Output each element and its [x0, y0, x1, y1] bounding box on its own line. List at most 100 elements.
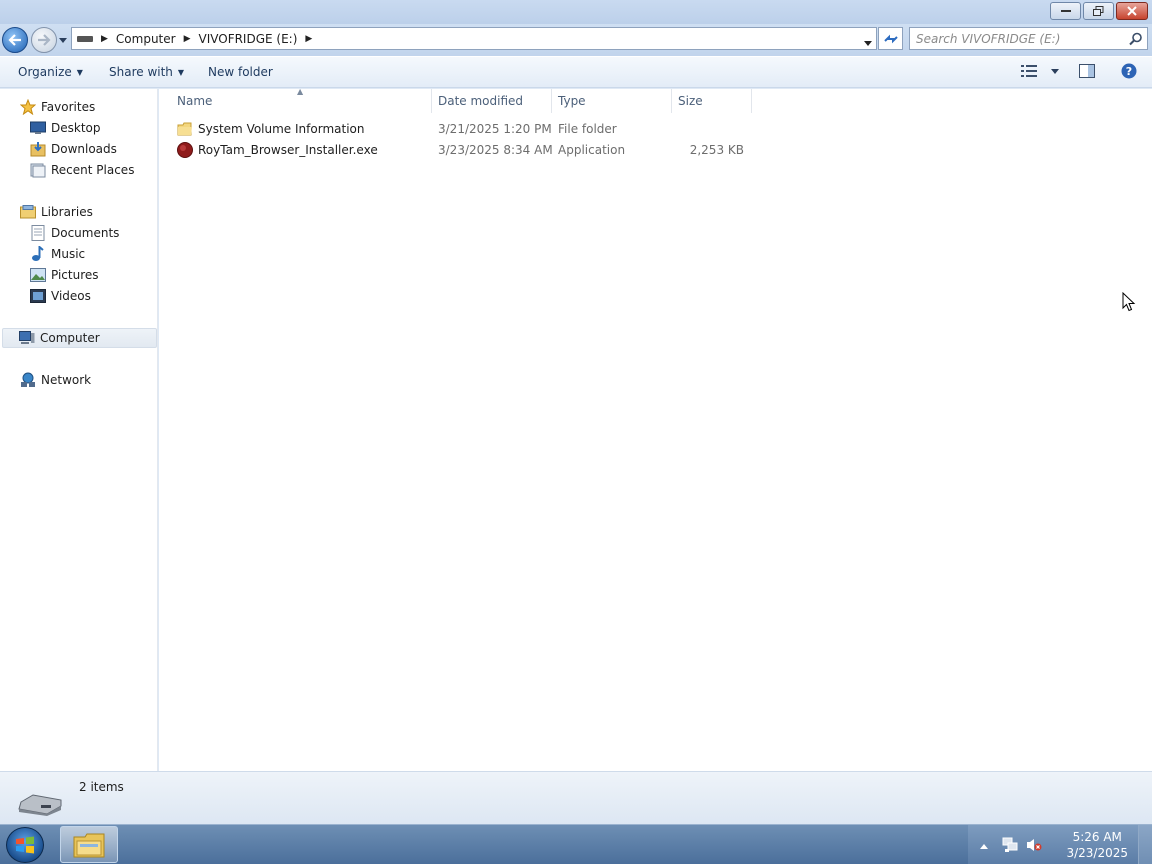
nav-music[interactable]: Music [30, 244, 85, 264]
taskbar-explorer-button[interactable] [60, 826, 118, 863]
pictures-icon [30, 267, 46, 283]
folder-icon [177, 121, 193, 137]
address-row: ▶ Computer ▶ VIVOFRIDGE (E:) ▶ [0, 24, 1152, 56]
preview-pane-button[interactable] [1079, 64, 1095, 78]
downloads-icon [30, 141, 46, 157]
star-icon [20, 99, 36, 115]
column-header-name[interactable]: Name [171, 89, 432, 113]
nav-favorites[interactable]: Favorites [20, 97, 95, 117]
details-pane: 2 items [0, 771, 1152, 824]
new-folder-button[interactable]: New folder [208, 65, 273, 79]
svg-text:?: ? [1126, 65, 1132, 78]
chevron-down-icon [59, 37, 67, 43]
file-name: System Volume Information [198, 122, 365, 136]
system-tray: 5:26 AM 3/23/2025 [968, 825, 1152, 864]
breadcrumb-separator-icon[interactable]: ▶ [101, 34, 108, 44]
file-type: File folder [558, 122, 617, 136]
videos-icon [30, 288, 46, 304]
minimize-button[interactable] [1050, 2, 1081, 20]
search-input[interactable] [910, 31, 1120, 46]
close-button[interactable] [1116, 2, 1148, 20]
show-desktop-button[interactable] [1138, 825, 1152, 864]
start-button[interactable] [6, 827, 44, 863]
breadcrumb-computer[interactable]: Computer [116, 32, 176, 46]
close-icon [1127, 6, 1137, 16]
file-date: 3/21/2025 1:20 PM [438, 122, 552, 136]
column-header-label: Size [678, 94, 703, 108]
clock-date: 3/23/2025 [1066, 846, 1128, 860]
organize-menu[interactable]: Organize ▼ [18, 65, 83, 79]
music-icon [30, 246, 46, 262]
explorer-folder-icon [73, 833, 105, 857]
navigation-pane: Favorites Desktop Downloads Recent Place… [0, 89, 158, 771]
nav-label: Desktop [51, 121, 101, 135]
clock[interactable]: 5:26 AM 3/23/2025 [1066, 829, 1128, 861]
forward-button[interactable] [31, 27, 57, 53]
item-count: 2 items [79, 780, 124, 794]
clock-time: 5:26 AM [1072, 830, 1122, 844]
nav-computer[interactable]: Computer [2, 328, 157, 348]
change-view-button[interactable] [1021, 65, 1059, 77]
restore-icon [1093, 6, 1104, 16]
refresh-icon [883, 34, 898, 43]
breadcrumb-drive[interactable]: VIVOFRIDGE (E:) [199, 32, 298, 46]
nav-label: Videos [51, 289, 91, 303]
details-view-icon [1021, 65, 1037, 77]
show-hidden-icons-button[interactable] [980, 838, 988, 852]
help-button[interactable]: ? [1121, 63, 1137, 79]
nav-network[interactable]: Network [20, 370, 91, 390]
minimize-icon [1060, 10, 1071, 12]
network-status-icon[interactable] [1002, 837, 1018, 856]
share-with-label: Share with [109, 65, 173, 79]
file-name: RoyTam_Browser_Installer.exe [198, 143, 378, 157]
chevron-down-icon: ▼ [76, 67, 83, 77]
app-icon [177, 142, 193, 158]
column-header-date[interactable]: Date modified [432, 89, 552, 113]
recent-places-icon [30, 162, 46, 178]
computer-icon [19, 330, 35, 346]
removable-drive-icon [17, 792, 63, 819]
window-titlebar[interactable] [0, 0, 1152, 24]
restore-button[interactable] [1083, 2, 1114, 20]
nav-pictures[interactable]: Pictures [30, 265, 99, 285]
nav-recent-places[interactable]: Recent Places [30, 160, 134, 180]
search-icon[interactable] [1129, 32, 1143, 49]
column-header-label: Date modified [438, 94, 524, 108]
back-button[interactable] [2, 27, 28, 53]
breadcrumb-separator-icon[interactable]: ▶ [305, 34, 312, 44]
chevron-down-icon: ▼ [177, 67, 185, 77]
breadcrumb-separator-icon[interactable]: ▶ [184, 34, 191, 44]
chevron-down-icon [864, 41, 872, 46]
column-header-size[interactable]: Size [672, 89, 752, 113]
windows-logo-icon [16, 836, 34, 854]
address-bar[interactable]: ▶ Computer ▶ VIVOFRIDGE (E:) ▶ [71, 27, 877, 50]
recent-pages-dropdown[interactable] [58, 35, 68, 45]
file-date: 3/23/2025 8:34 AM [438, 143, 553, 157]
documents-icon [30, 225, 46, 241]
nav-documents[interactable]: Documents [30, 223, 119, 243]
arrow-left-icon [8, 34, 21, 46]
preview-pane-icon [1079, 64, 1095, 78]
nav-label: Recent Places [51, 163, 135, 177]
file-list[interactable]: ▲ Name Date modified Type Size System Vo… [159, 87, 1152, 771]
file-type: Application [558, 143, 626, 157]
file-row[interactable]: RoyTam_Browser_Installer.exe 3/23/2025 8… [159, 140, 759, 161]
column-header-label: Type [558, 94, 586, 108]
nav-libraries[interactable]: Libraries [20, 202, 93, 222]
help-icon: ? [1121, 63, 1137, 79]
refresh-button[interactable] [878, 27, 903, 50]
search-box[interactable] [909, 27, 1148, 50]
column-header-type[interactable]: Type [552, 89, 672, 113]
nav-videos[interactable]: Videos [30, 286, 91, 306]
nav-desktop[interactable]: Desktop [30, 118, 101, 138]
volume-muted-icon[interactable] [1026, 837, 1042, 856]
nav-downloads[interactable]: Downloads [30, 139, 117, 159]
file-row[interactable]: System Volume Information 3/21/2025 1:20… [159, 119, 759, 140]
arrow-right-icon [38, 34, 51, 46]
taskbar: 5:26 AM 3/23/2025 [0, 824, 1152, 864]
share-with-menu[interactable]: Share with ▼ [109, 65, 184, 79]
organize-label: Organize [18, 65, 72, 79]
address-history-dropdown[interactable] [864, 35, 872, 49]
breadcrumb: ▶ Computer ▶ VIVOFRIDGE (E:) ▶ [93, 32, 320, 46]
nav-label: Network [41, 373, 92, 387]
